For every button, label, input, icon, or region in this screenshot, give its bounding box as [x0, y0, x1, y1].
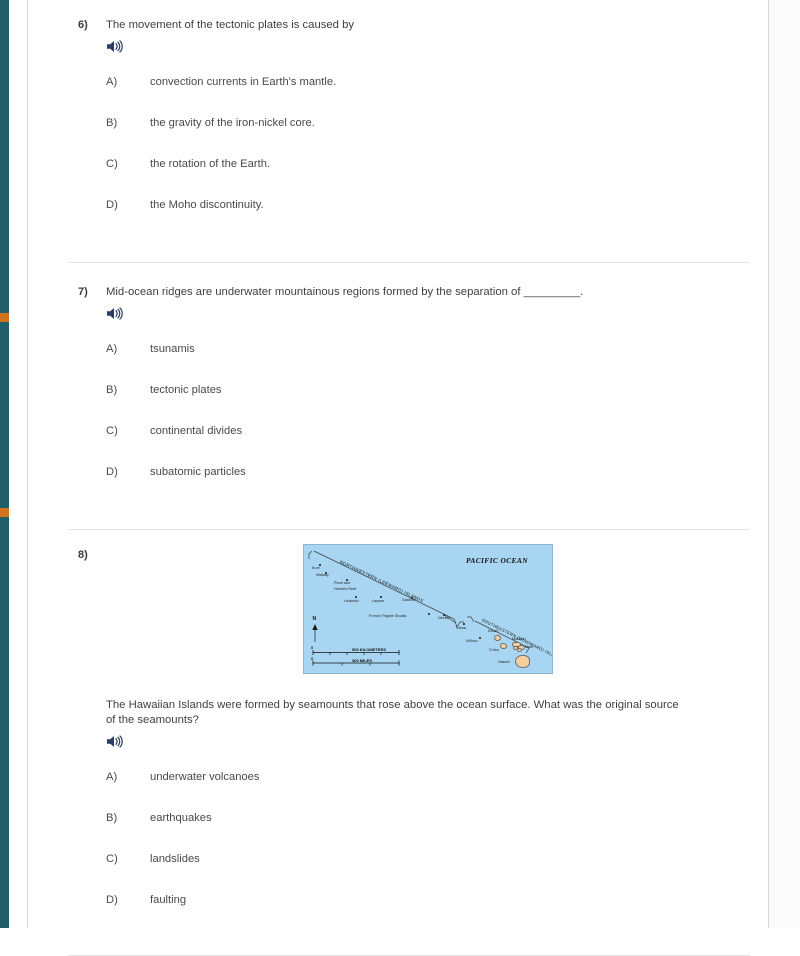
map-island-dot — [463, 623, 465, 625]
map-ocean-label: PACIFIC OCEAN — [466, 556, 528, 565]
question-7-number: 7) — [78, 286, 88, 298]
choice-letter: A) — [106, 771, 118, 783]
rail-gutter — [9, 0, 27, 928]
choice-option[interactable]: D) the Moho discontinuity. — [106, 199, 750, 240]
map-island-dot — [428, 613, 430, 615]
choice-letter: D) — [106, 199, 118, 211]
choice-option[interactable]: A) convection currents in Earth's mantle… — [106, 76, 750, 117]
choice-option[interactable]: D) subatomic particles — [106, 466, 750, 507]
choice-letter: C) — [106, 853, 118, 865]
map-island-hawaii — [515, 655, 530, 668]
map-island-label: Kure — [312, 566, 320, 570]
map-island-label: Necker — [438, 616, 450, 620]
map-island-label: Pearl and Hermes Reef — [334, 581, 357, 591]
question-8-number: 8) — [78, 549, 88, 561]
choice-text: tsunamis — [150, 343, 195, 355]
choice-text: earthquakes — [150, 812, 212, 824]
choice-letter: C) — [106, 425, 118, 437]
map-island-label: Midway — [316, 573, 329, 577]
choice-option[interactable]: C) the rotation of the Earth. — [106, 158, 750, 199]
choice-option[interactable]: B) earthquakes — [106, 812, 750, 853]
map-island-dot — [479, 637, 481, 639]
map-island-label: Nihoa — [456, 626, 466, 630]
map-island-dot — [355, 596, 357, 598]
speaker-audio-icon[interactable] — [106, 734, 124, 749]
question-8-choices: A) underwater volcanoes B) earthquakes C… — [106, 771, 750, 935]
map-island-dot — [380, 596, 382, 598]
map-scale-km-zero: 0 — [311, 645, 314, 650]
choice-letter: A) — [106, 343, 118, 355]
choice-letter: B) — [106, 384, 118, 396]
choice-option[interactable]: B) the gravity of the iron-nickel core. — [106, 117, 750, 158]
map-north-label: N — [312, 616, 317, 622]
question-6-stem: The movement of the tectonic plates is c… — [106, 19, 355, 31]
question-8-stem: The Hawaiian Islands were formed by seam… — [106, 699, 679, 726]
choice-option[interactable]: C) landslides — [106, 853, 750, 894]
question-7-choices: A) tsunamis B) tectonic plates C) contin… — [106, 343, 750, 507]
bookmark-marker-2[interactable] — [0, 508, 9, 517]
choice-letter: D) — [106, 466, 118, 478]
choice-text: subatomic particles — [150, 466, 246, 478]
choice-text: underwater volcanoes — [150, 771, 260, 783]
figure-wrapper: PACIFIC OCEAN NORTHWESTERN (LEEWARD) ISL… — [106, 544, 750, 674]
choice-option[interactable]: A) underwater volcanoes — [106, 771, 750, 812]
map-island-label: Laysan — [372, 599, 385, 603]
hawaiian-islands-map: PACIFIC OCEAN NORTHWESTERN (LEEWARD) ISL… — [303, 544, 553, 674]
map-island-label: Lisianski — [344, 599, 359, 603]
question-8: 8) PACIFIC OCEAN NORTHWESTERN (LEEWARD) … — [28, 530, 768, 935]
choice-option[interactable]: A) tsunamis — [106, 343, 750, 384]
map-island-label: O'ahu — [489, 648, 499, 652]
question-6-choices: A) convection currents in Earth's mantle… — [106, 76, 750, 240]
map-island-label: Kaua'i — [488, 629, 499, 633]
choice-text: convection currents in Earth's mantle. — [150, 76, 337, 88]
choice-letter: B) — [106, 117, 118, 129]
speaker-audio-icon[interactable] — [106, 306, 124, 321]
speaker-audio-icon[interactable] — [106, 39, 124, 54]
map-island-kahoolawe — [517, 648, 522, 652]
choice-text: faulting — [150, 894, 187, 906]
map-island-label: Hawai'i — [498, 660, 511, 664]
quiz-sheet: 6) The movement of the tectonic plates i… — [28, 0, 768, 956]
map-scale-mi-label: 300 MILES — [352, 658, 373, 663]
choice-option[interactable]: C) continental divides — [106, 425, 750, 466]
left-accent-rail — [0, 0, 9, 928]
map-island-label: Maui — [525, 645, 534, 649]
question-6: 6) The movement of the tectonic plates i… — [28, 0, 768, 240]
choice-letter: C) — [106, 158, 118, 170]
map-island-label: Ni'ihau — [466, 639, 478, 643]
map-island-oahu — [500, 643, 507, 649]
choice-text: the rotation of the Earth. — [150, 158, 271, 170]
choice-option[interactable]: B) tectonic plates — [106, 384, 750, 425]
question-7-stem: Mid-ocean ridges are underwater mountain… — [106, 286, 584, 298]
choice-text: landslides — [150, 853, 200, 865]
question-6-number: 6) — [78, 19, 88, 31]
map-island-label: French Frigate Shoals — [369, 614, 407, 618]
map-scale-km-label: 500 KILOMETERS — [352, 647, 387, 652]
page-right-gutter — [769, 0, 800, 928]
map-scale-mi-zero: 0 — [311, 656, 314, 661]
choice-option[interactable]: D) faulting — [106, 894, 750, 935]
choice-letter: B) — [106, 812, 118, 824]
choice-text: the Moho discontinuity. — [150, 199, 264, 211]
choice-text: the gravity of the iron-nickel core. — [150, 117, 315, 129]
bookmark-marker-1[interactable] — [0, 313, 9, 322]
map-island-label: Moloka'i — [512, 637, 526, 641]
question-7: 7) Mid-ocean ridges are underwater mount… — [28, 263, 768, 507]
map-island-label: Gardner — [402, 598, 416, 602]
choice-text: continental divides — [150, 425, 243, 437]
choice-text: tectonic plates — [150, 384, 222, 396]
choice-letter: A) — [106, 76, 118, 88]
choice-letter: D) — [106, 894, 118, 906]
